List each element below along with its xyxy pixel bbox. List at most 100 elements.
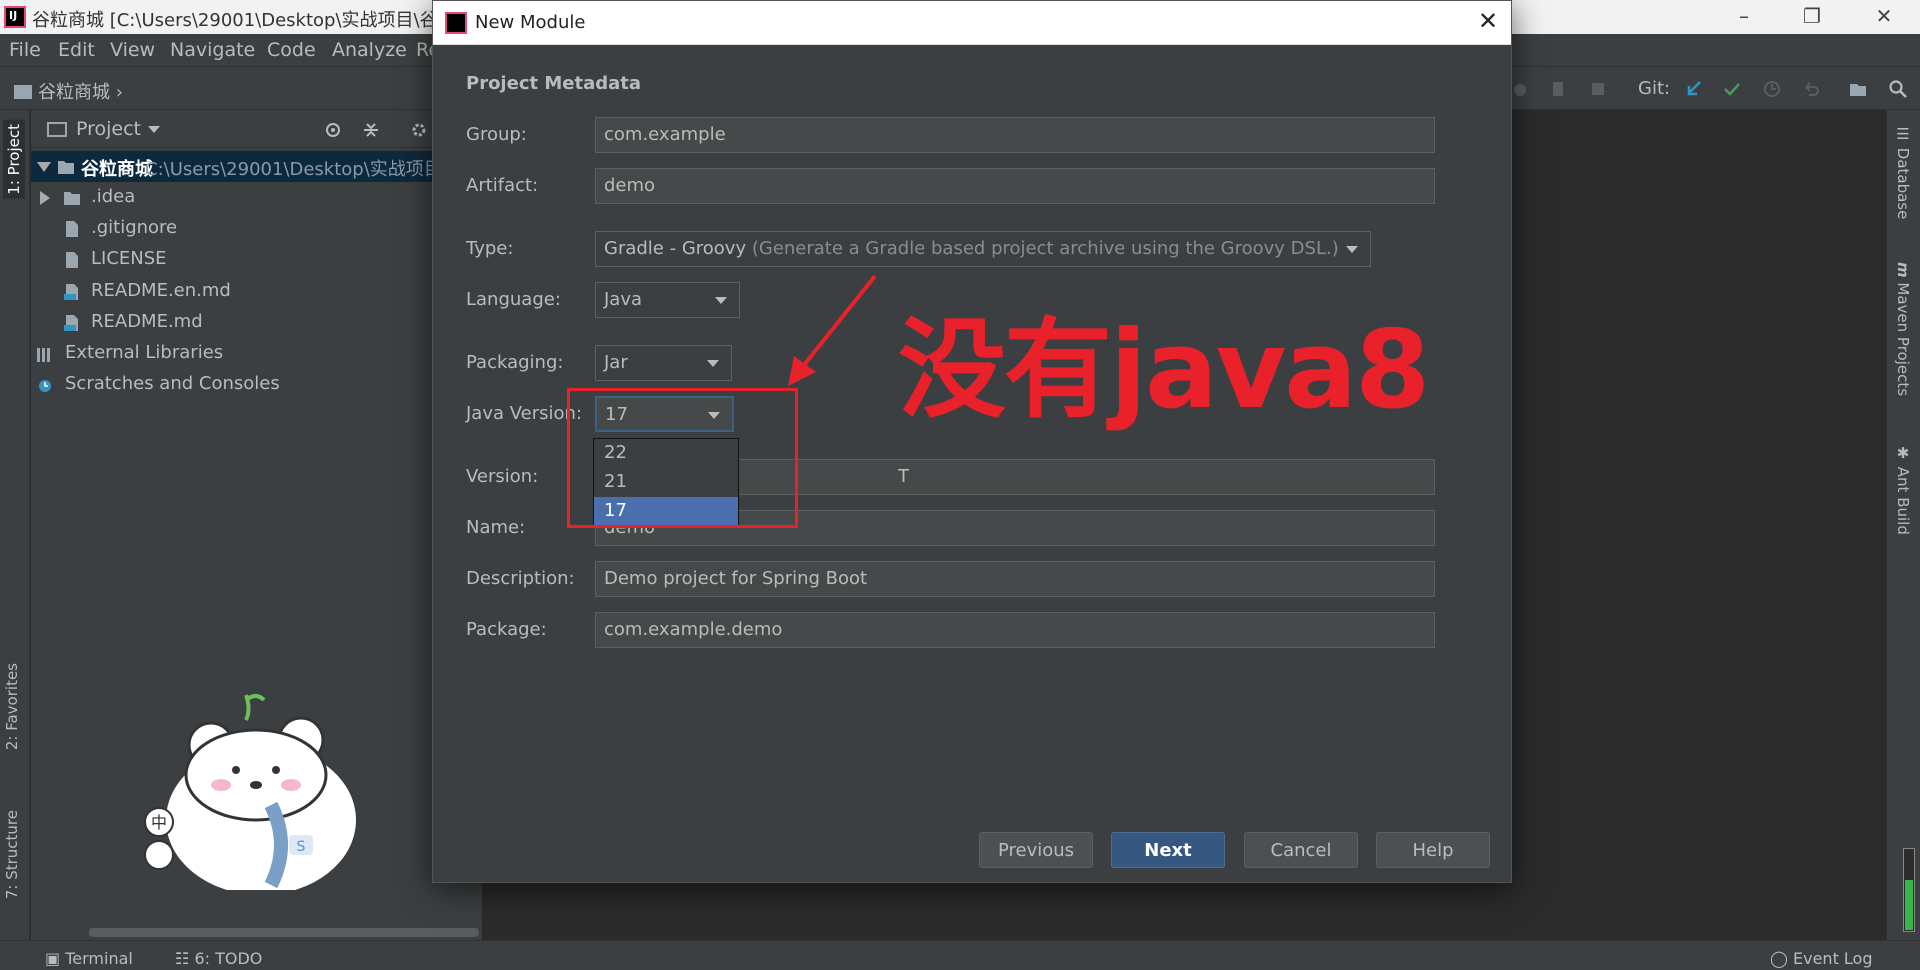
module-folder-icon: [58, 161, 74, 174]
tree-item-readme-en[interactable]: README.en.md: [31, 276, 482, 307]
chevron-down-icon: [1346, 246, 1358, 253]
expand-arrow-icon[interactable]: [40, 191, 50, 205]
artifact-field[interactable]: demo: [595, 168, 1435, 204]
dialog-title-bar: New Module ✕: [433, 1, 1511, 45]
close-icon[interactable]: ✕: [1473, 7, 1503, 37]
tab-ant-label: Ant Build: [1894, 466, 1912, 535]
tab-event-log-label: Event Log: [1793, 949, 1873, 968]
tab-favorites[interactable]: 2: Favorites: [3, 663, 21, 750]
project-panel-title[interactable]: Project: [76, 118, 141, 140]
name-label: Name:: [466, 517, 526, 538]
annotation-arrow-icon: [788, 274, 877, 386]
version-visible-text: T: [898, 466, 909, 487]
menu-code[interactable]: Code: [267, 39, 316, 61]
tab-ant[interactable]: ✱ Ant Build: [1894, 444, 1912, 535]
breadcrumb-project: 谷粒商城: [38, 82, 110, 103]
ant-icon: ✱: [1894, 444, 1912, 462]
annotation-text: 没有java8: [898, 308, 1430, 433]
cancel-button[interactable]: Cancel: [1244, 832, 1358, 868]
memory-indicator[interactable]: [1903, 848, 1915, 932]
project-view-icon: [47, 122, 67, 137]
debug-icon[interactable]: [1510, 79, 1530, 99]
library-icon: [37, 348, 50, 362]
tab-structure[interactable]: 7: Structure: [3, 810, 21, 899]
intellij-logo-icon: [445, 12, 467, 34]
gear-icon[interactable]: [409, 120, 429, 140]
project-panel: Project 谷粒商城 C:\Users\29001\Desktop\实战项目…: [31, 110, 482, 940]
collapse-all-icon[interactable]: [361, 120, 381, 140]
root-path: C:\Users\29001\Desktop\实战项目: [145, 159, 442, 180]
git-label: Git:: [1638, 78, 1671, 99]
expand-arrow-icon[interactable]: [37, 162, 51, 172]
tree-item-label: .gitignore: [91, 217, 178, 238]
tree-item-idea[interactable]: .idea: [31, 182, 482, 213]
tree-item-scratches[interactable]: Scratches and Consoles: [31, 369, 482, 400]
locate-icon[interactable]: [323, 120, 343, 140]
type-label: Type:: [466, 238, 514, 259]
group-label: Group:: [466, 124, 527, 145]
tree-root[interactable]: 谷粒商城 C:\Users\29001\Desktop\实战项目: [31, 151, 482, 182]
help-button[interactable]: Help: [1376, 832, 1490, 868]
markdown-file-icon: [64, 315, 78, 331]
tree-item-label: LICENSE: [91, 248, 167, 269]
tab-terminal-label: Terminal: [65, 949, 133, 968]
menu-navigate[interactable]: Navigate: [170, 39, 255, 61]
tree-item-gitignore[interactable]: .gitignore: [31, 213, 482, 244]
restore-button[interactable]: ❐: [1792, 4, 1832, 30]
close-window-button[interactable]: ✕: [1864, 4, 1904, 30]
project-panel-header: Project: [31, 110, 482, 148]
group-field[interactable]: com.example: [595, 117, 1435, 153]
language-select[interactable]: Java: [595, 282, 740, 318]
minimize-button[interactable]: –: [1724, 4, 1764, 30]
next-button[interactable]: Next: [1111, 832, 1225, 868]
tab-project[interactable]: 1: Project: [3, 120, 25, 199]
tab-todo[interactable]: ☷ 6: TODO: [175, 949, 262, 968]
project-structure-icon[interactable]: [1848, 79, 1868, 99]
event-log-icon: ◯: [1770, 949, 1788, 968]
packaging-select[interactable]: Jar: [595, 345, 732, 381]
rollback-icon[interactable]: [1801, 79, 1821, 99]
file-icon: [66, 252, 78, 268]
folder-icon: [64, 192, 80, 205]
menu-view[interactable]: View: [110, 39, 155, 61]
menu-edit[interactable]: Edit: [58, 39, 95, 61]
search-everywhere-icon[interactable]: [1888, 79, 1908, 99]
tab-terminal[interactable]: ▣ Terminal: [45, 949, 133, 968]
description-field[interactable]: Demo project for Spring Boot: [595, 561, 1435, 597]
type-select[interactable]: Gradle - Groovy (Generate a Gradle based…: [595, 231, 1371, 267]
left-tool-strip: 1: Project 2: Favorites 7: Structure: [0, 110, 30, 940]
chevron-down-icon: [707, 360, 719, 367]
menu-file[interactable]: File: [9, 39, 41, 61]
file-icon: [66, 221, 78, 237]
menu-analyze[interactable]: Analyze: [332, 39, 407, 61]
chevron-down-icon[interactable]: [148, 126, 160, 133]
language-value: Java: [604, 289, 643, 310]
sticker-char-top: 中: [151, 813, 167, 832]
package-field[interactable]: com.example.demo: [595, 612, 1435, 648]
annotation-highlight-box: [567, 388, 798, 528]
artifact-label: Artifact:: [466, 175, 539, 196]
bottom-tool-bar: ▣ Terminal ☷ 6: TODO ◯ Event Log: [0, 940, 1920, 970]
tab-database[interactable]: ☰ Database: [1894, 125, 1912, 219]
description-label: Description:: [466, 568, 575, 589]
window-title: 谷粒商城 [C:\Users\29001\Desktop\实战项目\谷粒: [32, 10, 456, 31]
tree-item-label: .idea: [91, 186, 136, 207]
tree-item-license[interactable]: LICENSE: [31, 244, 482, 275]
list-icon: ☷: [175, 949, 190, 968]
history-icon[interactable]: [1762, 79, 1782, 99]
previous-button[interactable]: Previous: [979, 832, 1093, 868]
coverage-icon[interactable]: [1550, 79, 1570, 99]
git-update-icon[interactable]: [1684, 79, 1704, 99]
git-commit-icon[interactable]: [1722, 79, 1742, 99]
terminal-icon: ▣: [45, 949, 61, 968]
tree-item-label: README.en.md: [91, 280, 231, 301]
tree-item-external-libraries[interactable]: External Libraries: [31, 338, 482, 369]
sticker-char-bottom: S: [297, 839, 306, 855]
stop-icon[interactable]: [1588, 79, 1608, 99]
breadcrumb[interactable]: 谷粒商城 ›: [14, 78, 123, 104]
packaging-label: Packaging:: [466, 352, 564, 373]
tree-item-readme[interactable]: README.md: [31, 307, 482, 338]
tab-event-log[interactable]: ◯ Event Log: [1770, 949, 1873, 968]
tab-maven[interactable]: m Maven Projects: [1894, 262, 1912, 396]
horizontal-scrollbar[interactable]: [89, 928, 479, 937]
